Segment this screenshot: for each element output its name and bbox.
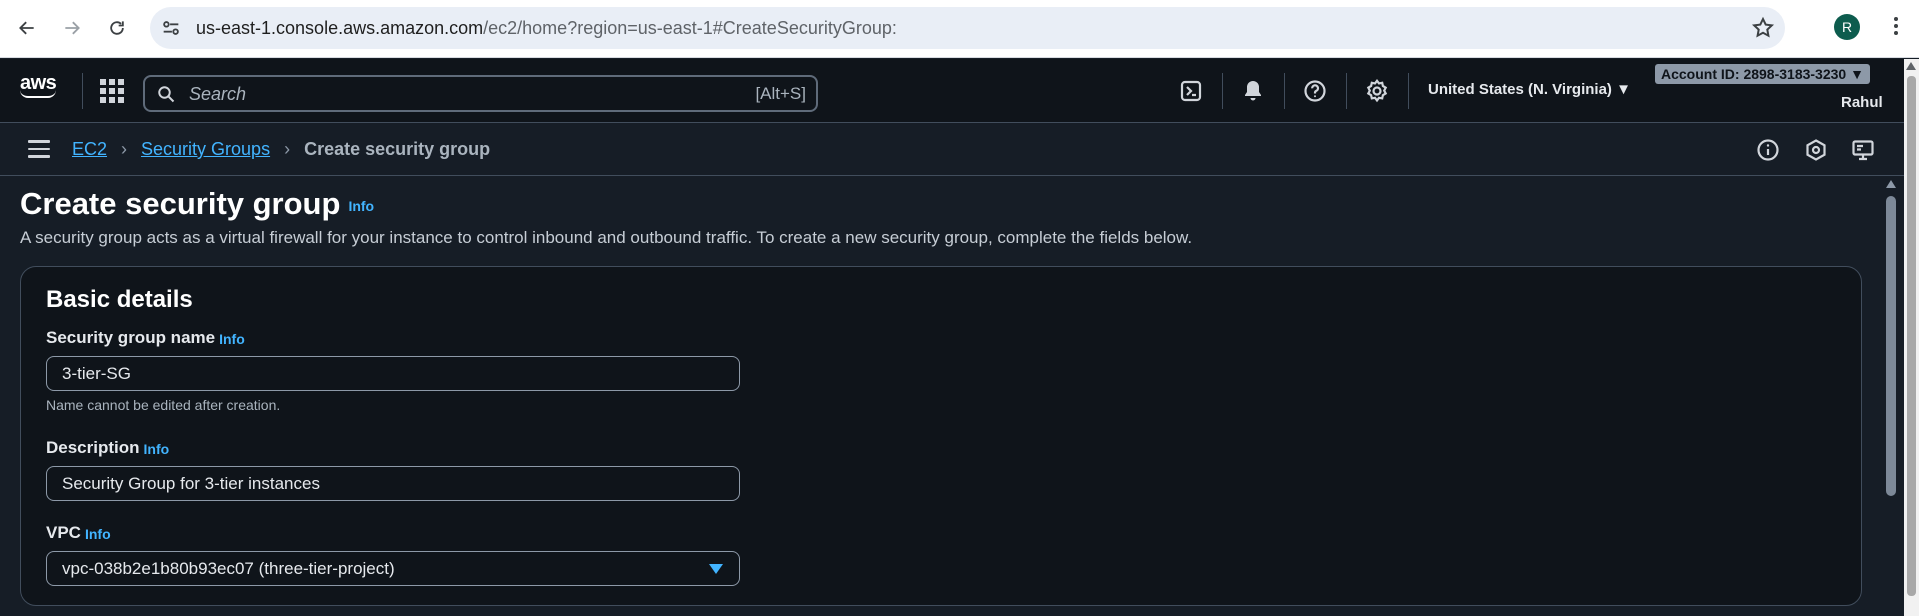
search-shortcut: [Alt+S]: [755, 84, 806, 103]
content-scrollbar-thumb[interactable]: [1886, 196, 1896, 496]
page-scrollbar-thumb[interactable]: [1907, 76, 1916, 596]
nav-divider: [82, 73, 83, 109]
nav-divider: [1284, 73, 1285, 109]
display-preferences-icon[interactable]: [1851, 138, 1875, 162]
page-title: Create security group Info: [20, 186, 374, 222]
page-scroll-up-arrow-icon[interactable]: [1906, 62, 1916, 70]
nav-divider: [1408, 73, 1409, 109]
chevron-right-icon: ›: [284, 139, 291, 159]
aws-top-nav: aws [Alt+S] United States (N. Virginia) …: [0, 59, 1919, 123]
chevron-right-icon: ›: [121, 139, 128, 159]
search-input[interactable]: [189, 83, 689, 105]
side-nav-menu-icon[interactable]: [28, 140, 50, 160]
breadcrumb-current: Create security group: [304, 139, 491, 159]
name-info-link[interactable]: Info: [219, 331, 245, 347]
description-input[interactable]: [46, 466, 740, 501]
vpc-select-value: vpc-038b2e1b80b93ec07 (three-tier-projec…: [62, 559, 395, 578]
nav-divider: [1222, 73, 1223, 109]
description-label: Description Info: [46, 438, 169, 458]
notifications-bell-icon[interactable]: [1241, 79, 1265, 103]
forward-arrow-icon[interactable]: [58, 14, 86, 42]
nav-divider: [1346, 73, 1347, 109]
region-selector[interactable]: United States (N. Virginia) ▼: [1428, 81, 1631, 98]
field-label-text: VPC: [46, 523, 81, 542]
basic-details-panel: Basic details Security group nameInfo Na…: [20, 266, 1862, 606]
page-title-text: Create security group: [20, 186, 341, 221]
description-info-link[interactable]: Info: [144, 441, 170, 457]
panel-title: Basic details: [46, 286, 193, 313]
security-group-name-input[interactable]: [46, 356, 740, 391]
profile-avatar[interactable]: R: [1834, 14, 1860, 40]
info-circle-icon[interactable]: [1756, 138, 1780, 162]
caret-down-icon: [709, 564, 723, 574]
help-icon[interactable]: [1303, 79, 1327, 103]
breadcrumb-ec2[interactable]: EC2: [72, 139, 107, 160]
security-group-name-label: Security group name Info: [46, 328, 245, 348]
services-grid-icon[interactable]: [100, 79, 124, 103]
vpc-info-link[interactable]: Info: [85, 526, 111, 542]
site-info-icon[interactable]: [160, 17, 182, 39]
browser-toolbar: us-east-1.console.aws.amazon.com/ec2/hom…: [0, 0, 1919, 58]
name-hint: Name cannot be edited after creation.: [46, 397, 281, 413]
breadcrumb-bar: EC2 › Security Groups › Create security …: [0, 124, 1919, 176]
back-arrow-icon[interactable]: [13, 14, 41, 42]
user-menu[interactable]: Rahul: [1841, 94, 1883, 111]
breadcrumb-security-groups[interactable]: Security Groups: [141, 139, 270, 160]
vpc-label: VPC Info: [46, 523, 111, 543]
page-info-link[interactable]: Info: [348, 198, 374, 214]
bookmark-star-icon[interactable]: [1751, 16, 1775, 40]
field-label-text: Security group name: [46, 328, 216, 347]
aws-logo-text: aws: [20, 72, 57, 94]
browser-menu-icon[interactable]: [1886, 14, 1906, 42]
search-icon: [157, 85, 175, 103]
field-label-text: Description: [46, 438, 140, 457]
page-description: A security group acts as a virtual firew…: [20, 228, 1193, 247]
breadcrumb: EC2 › Security Groups › Create security …: [72, 139, 490, 160]
scroll-up-arrow-icon[interactable]: [1886, 180, 1896, 188]
address-bar[interactable]: us-east-1.console.aws.amazon.com/ec2/hom…: [150, 7, 1785, 49]
feedback-hexagon-icon[interactable]: [1804, 138, 1828, 162]
account-id-menu[interactable]: Account ID: 2898-3183-3230 ▼: [1655, 64, 1870, 84]
search-box[interactable]: [Alt+S]: [143, 75, 818, 112]
url-text[interactable]: us-east-1.console.aws.amazon.com/ec2/hom…: [196, 18, 897, 39]
settings-gear-icon[interactable]: [1365, 78, 1389, 103]
reload-icon[interactable]: [103, 14, 131, 42]
aws-logo[interactable]: aws: [20, 73, 62, 103]
vpc-select[interactable]: vpc-038b2e1b80b93ec07 (three-tier-projec…: [46, 551, 740, 586]
cloudshell-icon[interactable]: [1179, 79, 1203, 103]
